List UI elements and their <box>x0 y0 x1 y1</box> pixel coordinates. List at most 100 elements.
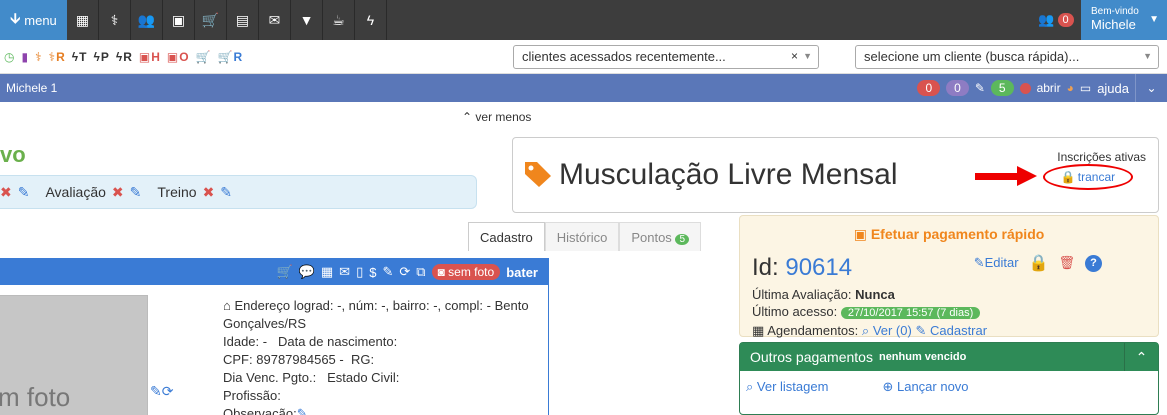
lancar-novo-label: Lançar novo <box>896 379 969 394</box>
tab-label: Histórico <box>556 230 608 245</box>
caret-down-icon: ▼ <box>1149 14 1159 25</box>
stethoscope-icon: ⚕ <box>48 50 56 64</box>
dollar-icon[interactable]: $ <box>369 265 376 280</box>
quick-bolt-t-button[interactable]: ϟT <box>72 50 87 64</box>
chevron-down-icon: ▼ <box>803 51 812 61</box>
money-icon: ▣ <box>853 226 867 242</box>
bolt-icon: ϟ <box>115 50 123 64</box>
quick-stethoscope-button[interactable]: ⚕ <box>35 50 42 64</box>
quick-bolt-r-button[interactable]: ϟR <box>116 50 132 64</box>
editar-link[interactable]: ✎Editar <box>974 255 1019 271</box>
trancar-link[interactable]: 🔒 trancar <box>1043 164 1133 190</box>
quick-money-h-button[interactable]: ▣ H <box>139 50 160 64</box>
calendar-icon[interactable]: ▦ <box>67 0 99 40</box>
cart-icon[interactable]: 🛒 <box>277 264 293 280</box>
quick-label: O <box>179 50 189 64</box>
quick-bookmark-button[interactable]: ▮ <box>21 50 28 64</box>
pencil-icon[interactable]: ✎ <box>150 383 162 399</box>
tab-cadastro[interactable]: Cadastro <box>468 222 545 251</box>
comments-icon[interactable]: 💬 <box>299 264 315 280</box>
file-icon[interactable]: ▤ <box>227 0 259 40</box>
ver-listagem-label: Ver listagem <box>756 379 829 394</box>
purple-count-badge[interactable]: 0 <box>946 80 969 96</box>
dashboard-icon[interactable]: ◕ <box>1067 81 1074 95</box>
stethoscope-icon[interactable]: ⚕ <box>99 0 131 40</box>
ajuda-link[interactable]: ajuda <box>1097 81 1129 96</box>
cart-icon[interactable]: 🛒 <box>195 0 227 40</box>
online-users-button[interactable]: 👥 0 <box>1031 0 1081 40</box>
quick-label: R <box>56 50 65 64</box>
pencil-icon[interactable]: ✎ <box>130 184 142 201</box>
collapse-toggle[interactable]: ⌃ <box>1124 343 1158 371</box>
calendar-icon[interactable]: ▦ <box>321 264 333 280</box>
cpf-row: CPF: 89787984565 - RG: <box>223 351 533 369</box>
plan-title: Musculação Livre Mensal <box>559 158 898 191</box>
inscricoes-ativas-label: Inscrições ativas <box>1057 150 1146 164</box>
refresh-icon[interactable]: ⟳ <box>162 383 174 399</box>
bater-button[interactable]: bater <box>506 265 538 280</box>
money-icon[interactable]: ▣ <box>163 0 195 40</box>
quick-cart-r-button[interactable]: 🛒 R <box>218 50 243 64</box>
collapse-button[interactable]: ⌄ <box>1135 74 1167 102</box>
filter-icon[interactable]: ▼ <box>291 0 323 40</box>
remove-icon[interactable]: ✖ <box>112 184 124 201</box>
ver-agendamentos-link[interactable]: ⌕ Ver (0) <box>862 323 912 338</box>
mobile-icon[interactable]: ▯ <box>356 264 363 280</box>
quick-stethoscope-r-button[interactable]: ⚕ R <box>49 50 65 64</box>
recent-clients-value: clientes acessados recentemente... <box>522 49 726 64</box>
quick-money-o-button[interactable]: ▣ O <box>167 50 189 64</box>
user-menu-button[interactable]: Bem-vindo Michele ▼ <box>1081 0 1167 40</box>
sem-foto-button[interactable]: ◙ sem foto <box>431 264 501 280</box>
clear-icon[interactable]: × <box>791 49 798 63</box>
evaluation-bar: ✖ ✎ Avaliação ✖ ✎ Treino ✖ ✎ <box>0 175 477 209</box>
envelope-icon[interactable]: ✉ <box>259 0 291 40</box>
quick-search-select[interactable]: selecione um cliente (busca rápida)... ▼ <box>855 45 1159 69</box>
other-payments-title: Outros pagamentos <box>750 349 873 365</box>
users-icon[interactable]: 👥 <box>131 0 163 40</box>
lancar-novo-link[interactable]: ⊕ Lançar novo <box>882 379 968 395</box>
external-link-icon[interactable]: ⧉ <box>416 264 425 280</box>
remove-icon[interactable]: ✖ <box>203 184 215 201</box>
bolt-icon: ϟ <box>93 50 100 64</box>
money-icon: ▣ <box>166 50 179 64</box>
quick-cart-button[interactable]: 🛒 <box>196 50 211 64</box>
tab-historico[interactable]: Histórico <box>544 222 620 251</box>
refresh-icon[interactable]: ⟳ <box>399 264 410 280</box>
quick-bolt-p-button[interactable]: ϟP <box>93 50 108 64</box>
coffee-icon[interactable]: ☕ <box>323 0 355 40</box>
pencil-icon[interactable]: ✎ <box>975 81 985 95</box>
pencil-icon[interactable]: ✎ <box>220 184 232 201</box>
client-panel: 🛒 💬 ▦ ✉ ▯ $ ✎ ⟳ ⧉ ◙ sem foto bater m fot… <box>0 258 549 415</box>
recent-clients-select[interactable]: clientes acessados recentemente... × ▼ <box>513 45 819 69</box>
menu-button[interactable]: 🡫 menu <box>0 0 67 40</box>
quick-clock-button[interactable]: ◷ <box>4 50 14 64</box>
trash-icon[interactable]: 🗑 <box>1058 255 1075 271</box>
search-icon: ⌕ <box>746 379 754 394</box>
quick-icons: ◷ ▮ ⚕ ⚕ Rϟ Tϟ Pϟ R ▣ H ▣ O 🛒 🛒 R <box>4 50 242 64</box>
laptop-icon[interactable]: ▭ <box>1080 81 1091 95</box>
green-count-badge[interactable]: 5 <box>990 80 1014 96</box>
pencil-icon[interactable]: ✎ <box>382 264 393 280</box>
cadastrar-link[interactable]: ✎ Cadastrar <box>915 323 987 338</box>
quick-payment-button[interactable]: ▣ Efetuar pagamento rápido <box>740 226 1158 243</box>
nascimento-label: Data de nascimento: <box>277 334 398 349</box>
help-icon[interactable]: ? <box>1085 254 1102 272</box>
tab-pontos[interactable]: Pontos 5 <box>619 222 701 251</box>
ver-listagem-link[interactable]: ⌕ Ver listagem <box>746 379 828 395</box>
bolt-icon[interactable]: ϟ <box>355 0 387 40</box>
cart-icon: 🛒 <box>217 50 233 64</box>
lock-icon[interactable]: 🔒 <box>1029 253 1049 273</box>
id-value: 90614 <box>785 254 853 281</box>
pencil-icon[interactable]: ✎ <box>297 406 308 415</box>
client-id: Id: 90614 <box>752 254 852 282</box>
abrir-link[interactable]: abrir <box>1037 81 1061 95</box>
observacao-value: ... <box>311 406 323 415</box>
ver-menos-link[interactable]: ⌃ ver menos <box>462 110 531 124</box>
remove-icon[interactable]: ✖ <box>0 184 12 201</box>
pencil-icon[interactable]: ✎ <box>18 184 30 201</box>
ultimo-acesso-badge: 27/10/2017 15:57 (7 dias) <box>840 307 981 319</box>
red-count-badge[interactable]: 0 <box>917 80 941 96</box>
ultima-avaliacao-value: Nunca <box>855 287 895 302</box>
tab-bar: Cadastro Histórico Pontos 5 <box>468 222 701 251</box>
envelope-icon[interactable]: ✉ <box>339 264 350 280</box>
